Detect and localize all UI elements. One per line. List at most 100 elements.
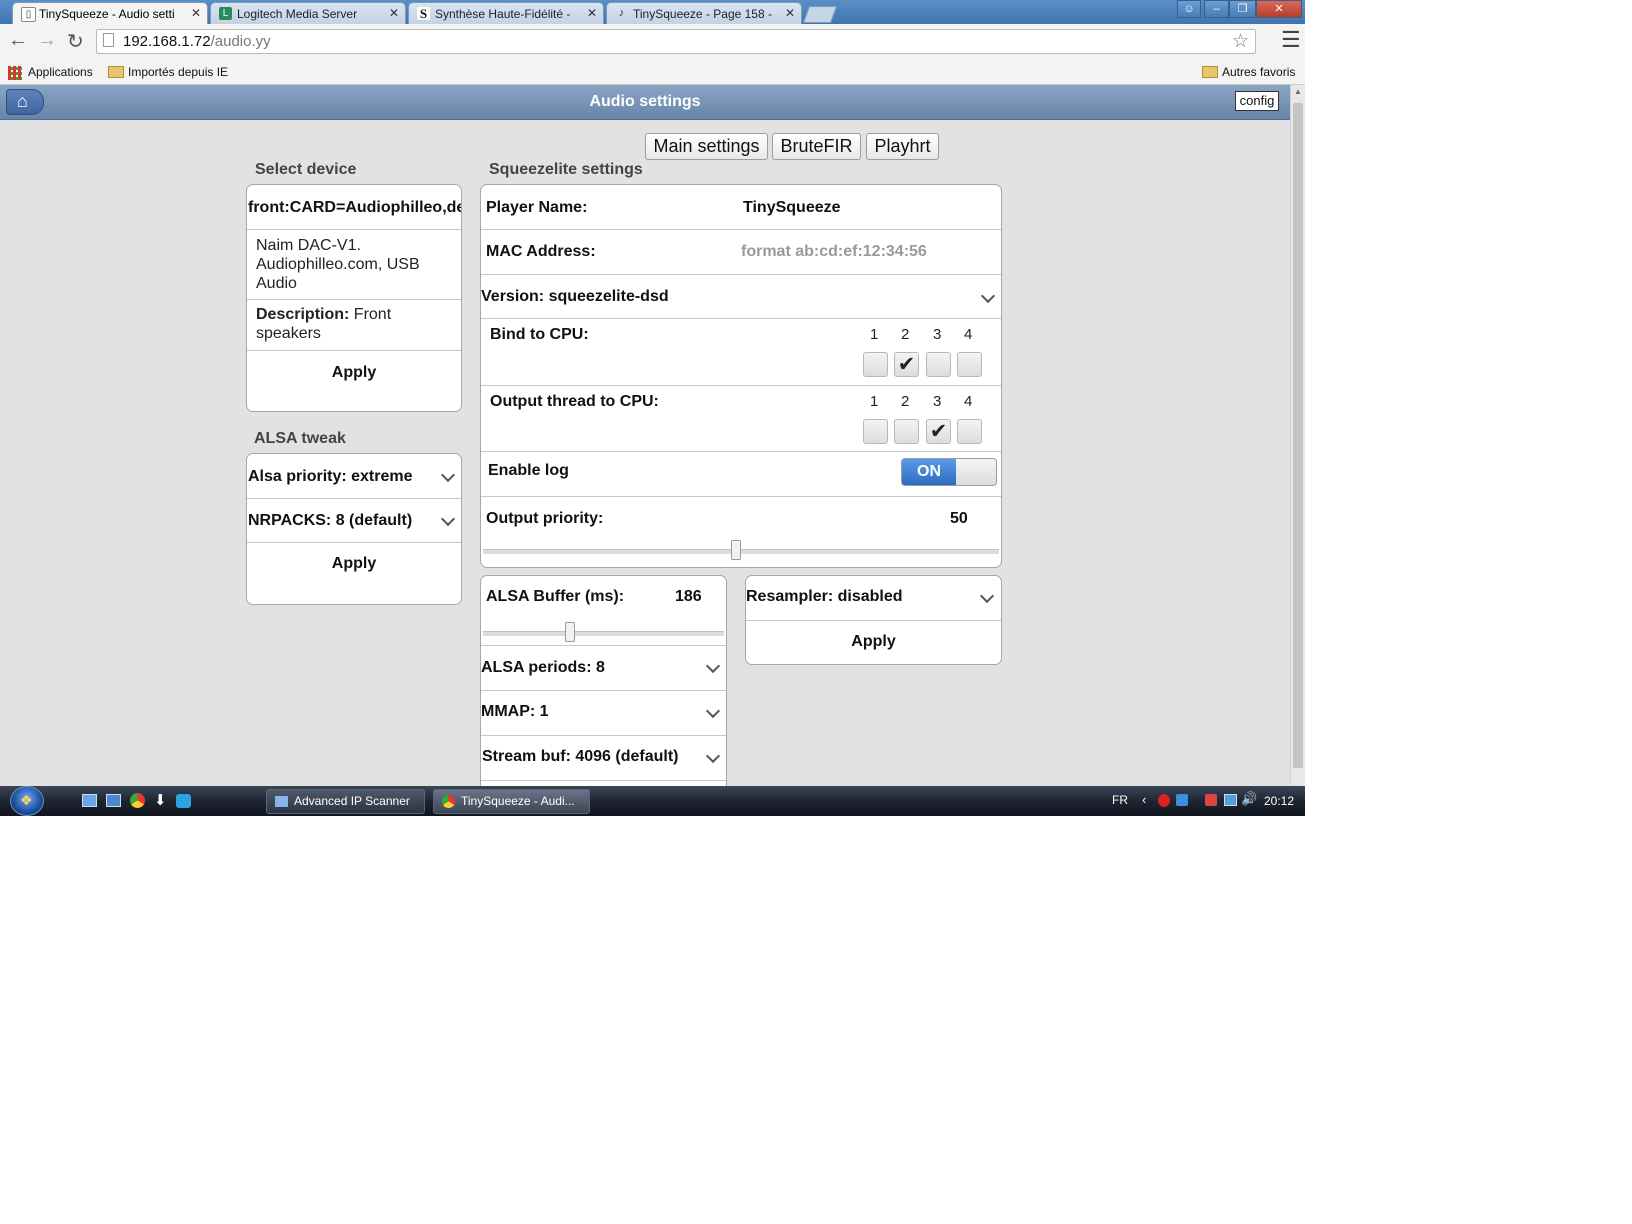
mac-row: MAC Address: format ab:cd:ef:12:34:56	[481, 229, 1001, 274]
menu-icon[interactable]: ☰	[1281, 27, 1301, 53]
chevron-down-icon	[440, 467, 456, 483]
language-indicator[interactable]: FR	[1112, 793, 1128, 807]
logitech-icon: L	[219, 7, 232, 20]
output-priority-slider[interactable]	[483, 549, 999, 554]
volume-icon[interactable]: 🔊	[1241, 791, 1257, 807]
back-arrow-icon[interactable]: ←	[8, 29, 28, 52]
chevron-down-icon	[979, 588, 995, 604]
version-row: Version: squeezelite-dsd	[481, 274, 1001, 318]
antivirus-icon[interactable]	[1158, 794, 1170, 807]
bind-cpu-3-checkbox[interactable]	[926, 352, 951, 377]
teamviewer-icon[interactable]	[1176, 794, 1188, 806]
device-description-row: Description: Front speakers	[247, 299, 461, 350]
network-icon[interactable]	[1224, 794, 1237, 806]
close-tab-icon[interactable]: ✕	[191, 6, 201, 20]
show-hidden-icons[interactable]: ‹	[1142, 792, 1146, 807]
resampler-apply-button[interactable]: Apply	[746, 633, 1001, 651]
bookmark-imported-folder[interactable]: Importés depuis IE	[128, 65, 228, 79]
apply-row: Apply	[247, 542, 461, 604]
show-desktop-icon[interactable]	[82, 794, 97, 807]
new-tab-button[interactable]	[802, 6, 838, 23]
mac-label: MAC Address:	[486, 243, 596, 260]
stream-buf-select[interactable]: Stream buf: 4096 (default)	[482, 748, 678, 766]
minimize-button[interactable]: –	[1204, 0, 1229, 18]
output-cpu-1-checkbox[interactable]	[863, 419, 888, 444]
alsa-buffer-slider[interactable]	[483, 631, 724, 636]
start-button[interactable]: ❖	[10, 786, 44, 816]
user-icon[interactable]: ☺	[1177, 0, 1201, 18]
alsa-priority-select[interactable]: Alsa priority: extreme	[248, 468, 413, 486]
enable-log-toggle[interactable]: ON	[901, 458, 997, 486]
clock[interactable]: 20:12	[1264, 794, 1294, 808]
output-cpu-2-checkbox[interactable]	[894, 419, 919, 444]
cpu-number: 1	[870, 326, 879, 343]
browser-tab-forum[interactable]: ♪ TinySqueeze - Page 158 - ✕	[606, 2, 802, 24]
explorer-icon[interactable]	[106, 794, 121, 807]
bind-cpu-1-checkbox[interactable]	[863, 352, 888, 377]
tab-title: Synthèse Haute-Fidélité -	[435, 7, 571, 21]
browser-tab-synthese[interactable]: S Synthèse Haute-Fidélité - ✕	[408, 2, 604, 24]
output-cpu-3-checkbox[interactable]: ✔	[926, 419, 951, 444]
page-icon: ▯	[21, 7, 36, 22]
forward-arrow-icon[interactable]: →	[37, 29, 57, 52]
bookmarks-bar: Applications Importés depuis IE Autres f…	[0, 61, 1305, 85]
version-select[interactable]: Version: squeezelite-dsd	[481, 288, 669, 306]
apply-row: Apply	[247, 350, 461, 411]
windows-logo-icon: ❖	[20, 792, 33, 808]
output-priority-thumb[interactable]	[731, 540, 741, 560]
tab-playhrt[interactable]: Playhrt	[866, 133, 939, 160]
tab-brutefir[interactable]: BruteFIR	[772, 133, 861, 160]
output-cpu-4-checkbox[interactable]	[957, 419, 982, 444]
nrpacks-select[interactable]: NRPACKS: 8 (default)	[248, 512, 412, 530]
output-thread-label: Output thread to CPU:	[490, 393, 659, 410]
browser-tab-logitech[interactable]: L Logitech Media Server ✕	[210, 2, 406, 24]
resampler-select[interactable]: Resampler: disabled	[746, 588, 903, 606]
star-icon[interactable]: ☆	[1232, 30, 1249, 53]
download-icon[interactable]: ⬇	[154, 791, 167, 809]
close-tab-icon[interactable]: ✕	[389, 6, 399, 20]
alsa-tweak-panel: Alsa priority: extreme NRPACKS: 8 (defau…	[246, 453, 462, 605]
device-select[interactable]: front:CARD=Audiophilleo,de	[248, 199, 461, 217]
player-name-input[interactable]: TinySqueeze	[743, 199, 841, 217]
select-device-panel: front:CARD=Audiophilleo,de Naim DAC-V1. …	[246, 184, 462, 412]
alsa-buffer-thumb[interactable]	[565, 622, 575, 642]
alsa-apply-button[interactable]: Apply	[247, 555, 461, 573]
mmap-select[interactable]: MMAP: 1	[481, 703, 549, 721]
browser-tab-bar: ▯ TinySqueeze - Audio setti ✕ L Logitech…	[0, 0, 1305, 24]
tab-title: TinySqueeze - Page 158 -	[633, 7, 772, 21]
cpu-number: 1	[870, 393, 879, 410]
bookmark-other-favorites[interactable]: Autres favoris	[1222, 65, 1295, 79]
skype-icon[interactable]	[176, 794, 191, 808]
stream-buf-row: Stream buf: 4096 (default)	[481, 735, 726, 780]
maximize-button[interactable]: ❐	[1229, 0, 1256, 18]
chevron-down-icon	[440, 511, 456, 527]
alsa-buffer-label: ALSA Buffer (ms):	[486, 588, 625, 605]
reload-icon[interactable]: ↻	[67, 29, 84, 54]
device-description: Description: Front speakers	[256, 305, 446, 343]
device-name: Naim DAC-V1. Audiophilleo.com, USB Audio	[256, 237, 420, 292]
bind-cpu-4-checkbox[interactable]	[957, 352, 982, 377]
url-path: /audio.yy	[210, 33, 271, 50]
alsa-periods-select[interactable]: ALSA periods: 8	[481, 659, 605, 677]
address-bar[interactable]: 192.168.1.72/audio.yy ☆	[96, 29, 1256, 54]
device-apply-button[interactable]: Apply	[247, 364, 461, 382]
bind-cpu-2-checkbox[interactable]: ✔	[894, 352, 919, 377]
scroll-up-icon[interactable]: ▲	[1294, 87, 1302, 96]
close-tab-icon[interactable]: ✕	[587, 6, 597, 20]
close-tab-icon[interactable]: ✕	[785, 6, 795, 20]
page-scrollbar[interactable]: ▲	[1290, 85, 1305, 785]
security-flag-icon[interactable]	[1205, 794, 1217, 806]
taskbar-app-chrome[interactable]: TinySqueeze - Audi...	[433, 789, 590, 814]
mac-address-input[interactable]: format ab:cd:ef:12:34:56	[741, 243, 927, 261]
chevron-down-icon	[705, 703, 721, 719]
config-button[interactable]: config	[1235, 91, 1279, 111]
bookmark-applications[interactable]: Applications	[28, 65, 93, 79]
close-window-button[interactable]: ✕	[1256, 0, 1302, 18]
browser-tab-active[interactable]: ▯ TinySqueeze - Audio setti ✕	[12, 2, 208, 24]
taskbar-app-ip-scanner[interactable]: Advanced IP Scanner	[266, 789, 425, 814]
chrome-icon[interactable]	[130, 793, 145, 808]
taskbar-app-label: TinySqueeze - Audi...	[461, 794, 575, 808]
scrollbar-thumb[interactable]	[1293, 103, 1303, 768]
cpu-number: 3	[933, 326, 942, 343]
tab-main-settings[interactable]: Main settings	[645, 133, 768, 160]
